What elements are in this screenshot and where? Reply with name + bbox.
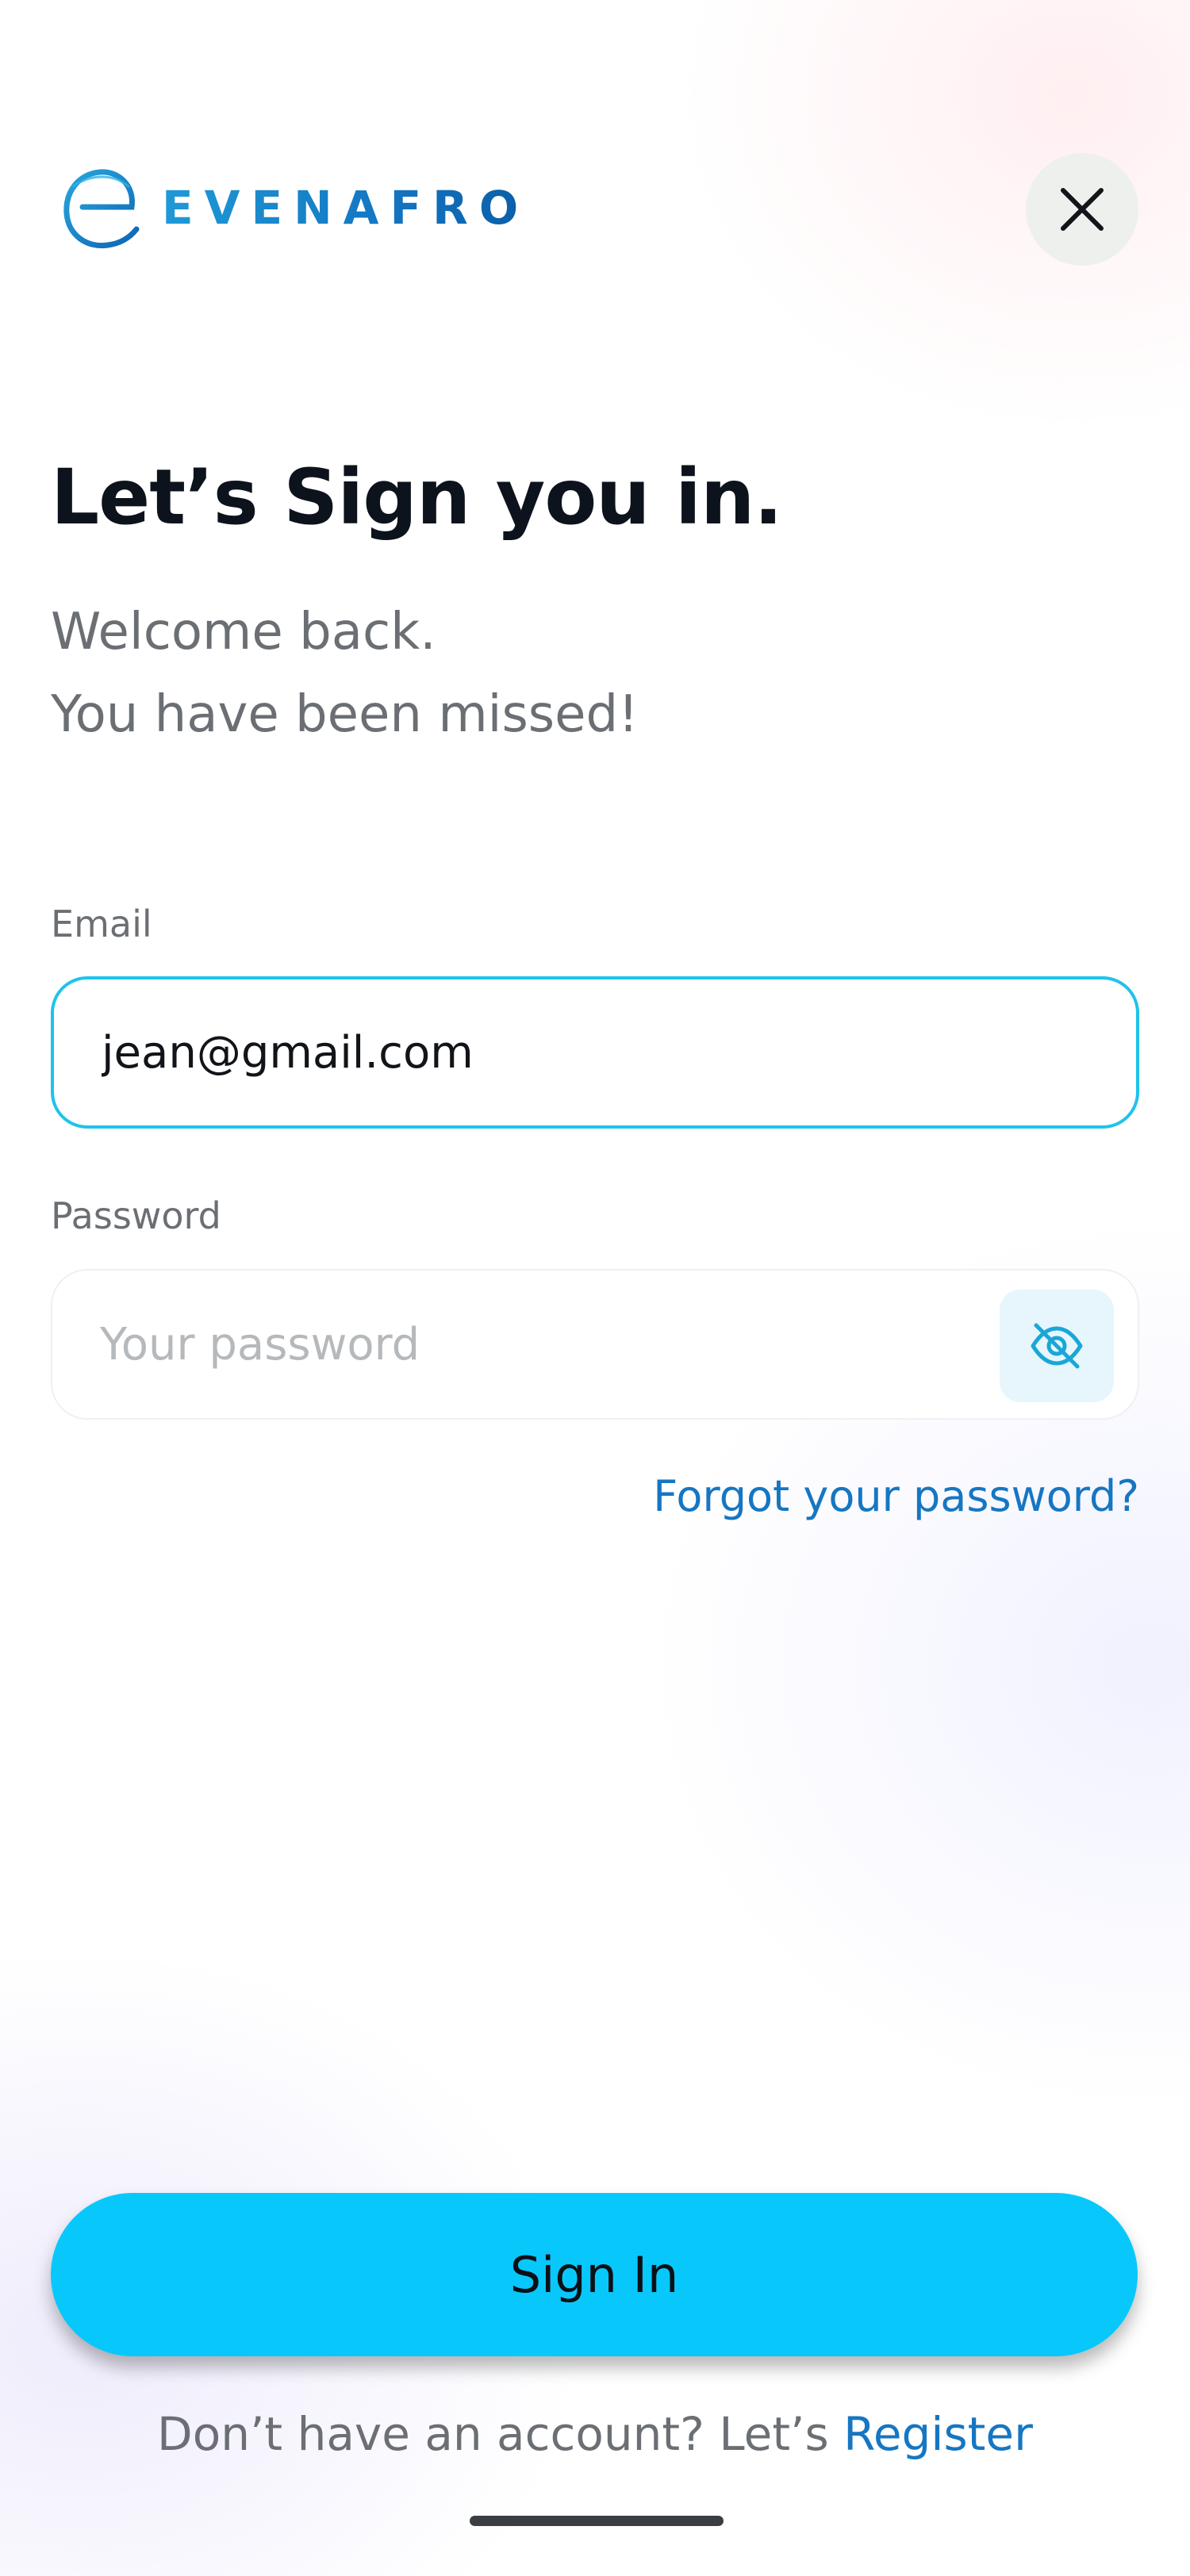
- password-field[interactable]: [52, 1318, 1138, 1370]
- email-field[interactable]: [54, 1026, 1136, 1079]
- brand-logo: EVENAFRO: [59, 163, 518, 254]
- email-label: Email: [51, 903, 152, 945]
- register-prompt: Don’t have an account? Let’s Register: [0, 2407, 1190, 2461]
- close-icon: [1061, 188, 1104, 231]
- brand-name: EVENAFRO: [162, 181, 530, 235]
- register-prompt-text: Don’t have an account? Let’s: [157, 2407, 829, 2461]
- logo-mark-icon: [63, 169, 140, 249]
- password-label: Password: [51, 1194, 221, 1237]
- register-link[interactable]: Register: [843, 2407, 1033, 2461]
- welcome-subtitle: Welcome back. You have been missed!: [51, 591, 639, 756]
- close-button[interactable]: [1026, 153, 1138, 266]
- sign-in-button[interactable]: Sign In: [51, 2193, 1138, 2356]
- email-field-container: [51, 976, 1139, 1129]
- password-field-container: [51, 1269, 1139, 1420]
- page-title: Let’s Sign you in.: [51, 453, 783, 542]
- eye-off-icon: [1031, 1323, 1083, 1369]
- toggle-password-visibility-button[interactable]: [1000, 1290, 1114, 1402]
- subtitle-line-1: Welcome back.: [51, 603, 436, 661]
- subtitle-line-2: You have been missed!: [51, 685, 639, 744]
- forgot-password-link[interactable]: Forgot your password?: [653, 1471, 1139, 1521]
- home-indicator: [470, 2516, 724, 2526]
